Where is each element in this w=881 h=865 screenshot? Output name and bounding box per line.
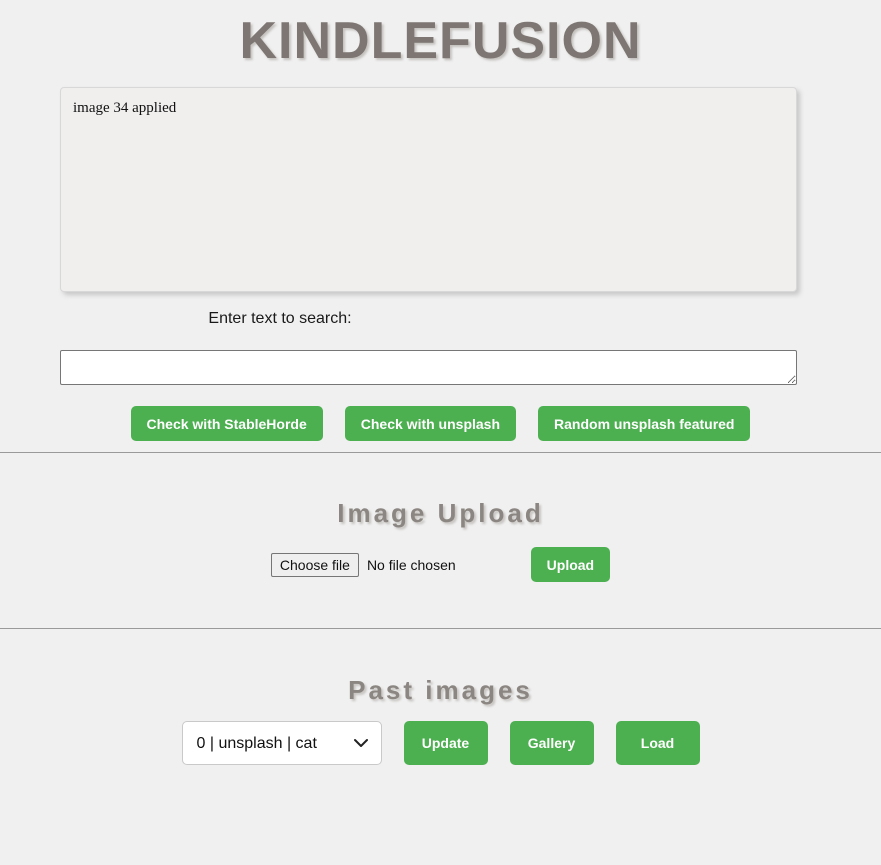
check-with-stablehorde-button[interactable]: Check with StableHorde (130, 406, 323, 441)
gallery-button[interactable]: Gallery (509, 721, 594, 765)
past-images-select[interactable]: 0 | unsplash | cat (181, 721, 382, 765)
image-upload-row: Choose file No file chosen Upload (0, 547, 881, 582)
upload-button[interactable]: Upload (530, 547, 611, 582)
output-log-textarea[interactable] (60, 87, 797, 292)
random-unsplash-featured-button[interactable]: Random unsplash featured (538, 406, 751, 441)
section-divider-past (0, 628, 881, 629)
page-title: KINDLEFUSION (239, 12, 642, 70)
image-upload-section: Image Upload (0, 498, 881, 529)
past-images-section: Past images (0, 675, 881, 706)
past-images-title: Past images (348, 675, 533, 705)
choose-file-button[interactable]: Choose file (270, 552, 359, 577)
check-with-unsplash-button[interactable]: Check with unsplash (344, 406, 517, 441)
app-root: KINDLEFUSION Enter text to search: Check… (0, 0, 881, 865)
section-divider-upload (0, 452, 881, 453)
image-upload-title: Image Upload (337, 498, 544, 528)
past-images-row: 0 | unsplash | cat Update Gallery Load (0, 721, 881, 765)
load-button[interactable]: Load (615, 721, 700, 765)
past-images-select-wrap[interactable]: 0 | unsplash | cat (181, 721, 382, 765)
update-button[interactable]: Update (403, 721, 488, 765)
file-picker[interactable]: Choose file No file chosen (270, 552, 456, 577)
search-actions-row: Check with StableHorde Check with unspla… (0, 406, 881, 441)
no-file-chosen-label: No file chosen (366, 556, 456, 573)
search-label: Enter text to search: (208, 310, 352, 327)
search-input[interactable] (60, 350, 797, 385)
